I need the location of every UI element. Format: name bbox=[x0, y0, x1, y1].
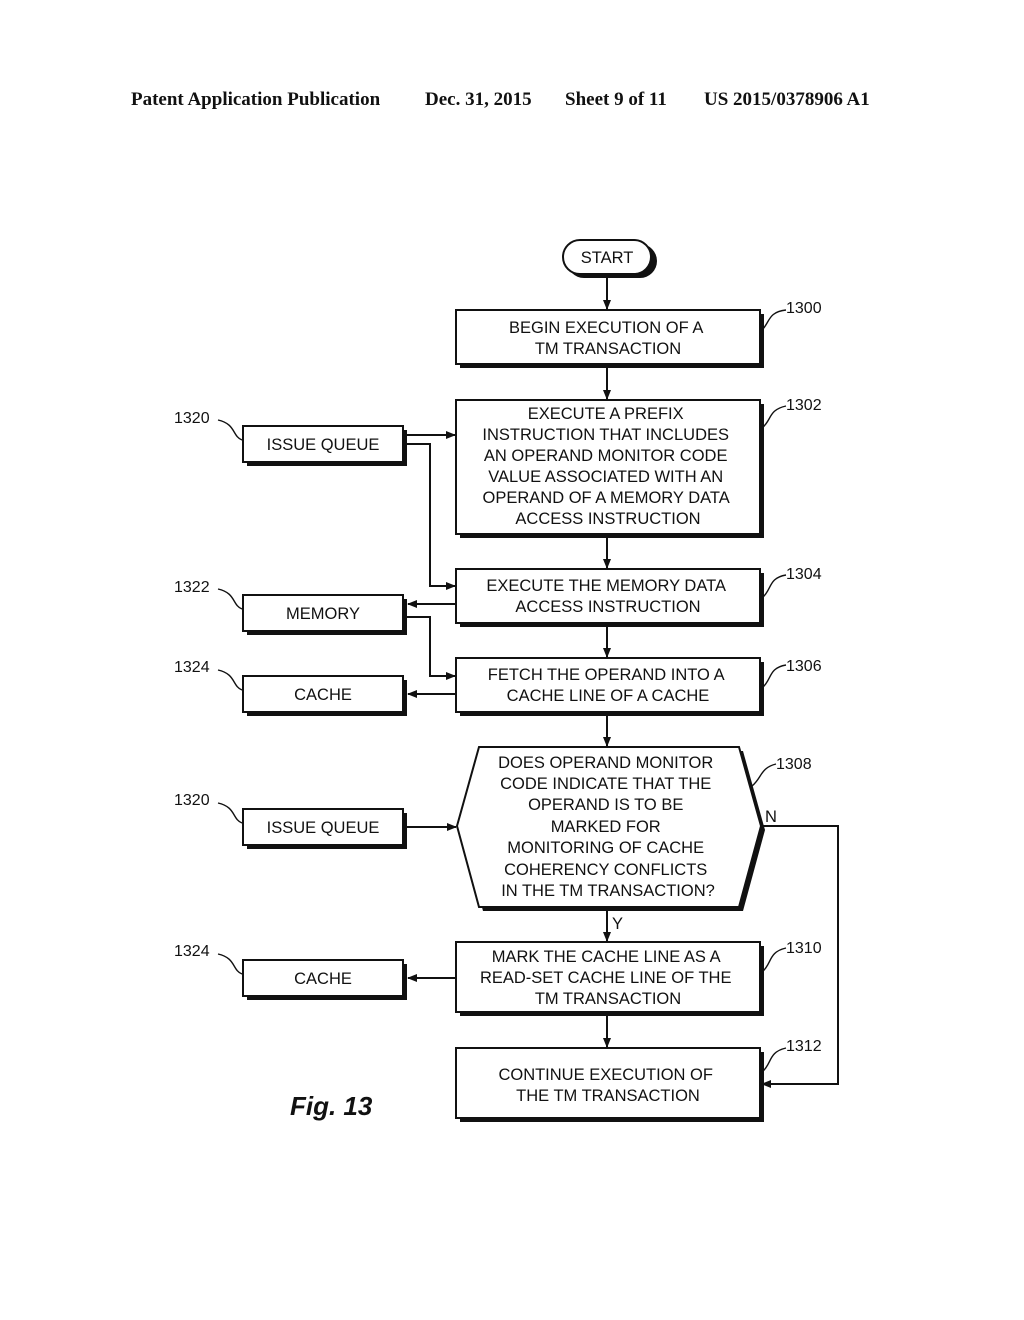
arrow-memory-to-1306 bbox=[407, 616, 456, 680]
ref-1308: 1308 bbox=[776, 756, 812, 773]
ref-1304: 1304 bbox=[786, 566, 822, 583]
issue-queue-label: ISSUE QUEUE bbox=[267, 436, 380, 454]
start-label: START bbox=[581, 249, 634, 267]
step-1300: BEGIN EXECUTION OF A TM TRANSACTION 1300 bbox=[455, 300, 822, 368]
step-1302: EXECUTE A PREFIX INSTRUCTION THAT INCLUD… bbox=[455, 397, 822, 538]
arrow-issue-queue-to-1304 bbox=[407, 443, 456, 590]
ref-1320: 1320 bbox=[174, 792, 210, 809]
step-1304: EXECUTE THE MEMORY DATA ACCESS INSTRUCTI… bbox=[455, 566, 822, 627]
ref-1310: 1310 bbox=[786, 940, 822, 957]
decision-yes-label: Y bbox=[612, 915, 623, 933]
issue-queue-label: ISSUE QUEUE bbox=[267, 819, 380, 837]
step-1310: MARK THE CACHE LINE AS A READ-SET CACHE … bbox=[455, 940, 822, 1016]
ref-1312: 1312 bbox=[786, 1038, 822, 1055]
memory-label: MEMORY bbox=[286, 605, 360, 623]
ref-1306: 1306 bbox=[786, 658, 822, 675]
step-1306: FETCH THE OPERAND INTO A CACHE LINE OF A… bbox=[455, 657, 822, 716]
ref-1324: 1324 bbox=[174, 659, 210, 676]
ref-1322: 1322 bbox=[174, 579, 210, 596]
side-block-memory: MEMORY 1322 bbox=[174, 579, 407, 635]
cache-label: CACHE bbox=[294, 686, 352, 704]
decision-no-label: N bbox=[765, 808, 777, 826]
side-block-issue-queue-1: ISSUE QUEUE 1320 bbox=[174, 410, 407, 466]
decision-1308: DOES OPERAND MONITOR CODE INDICATE THAT … bbox=[455, 746, 812, 911]
start-terminator: START bbox=[562, 239, 657, 278]
side-block-cache-1: CACHE 1324 bbox=[174, 659, 407, 716]
figure-label: Fig. 13 bbox=[290, 1091, 373, 1121]
ref-1302: 1302 bbox=[786, 397, 822, 414]
side-block-issue-queue-2: ISSUE QUEUE 1320 bbox=[174, 792, 407, 849]
ref-1324: 1324 bbox=[174, 943, 210, 960]
step-1312: CONTINUE EXECUTION OF THE TM TRANSACTION… bbox=[455, 1038, 822, 1122]
ref-1320: 1320 bbox=[174, 410, 210, 427]
ref-1300: 1300 bbox=[786, 300, 822, 317]
cache-label: CACHE bbox=[294, 970, 352, 988]
side-block-cache-2: CACHE 1324 bbox=[174, 943, 407, 1000]
flowchart-diagram: START BEGIN EXECUTION OF A TM TRANSACTIO… bbox=[174, 239, 839, 1122]
